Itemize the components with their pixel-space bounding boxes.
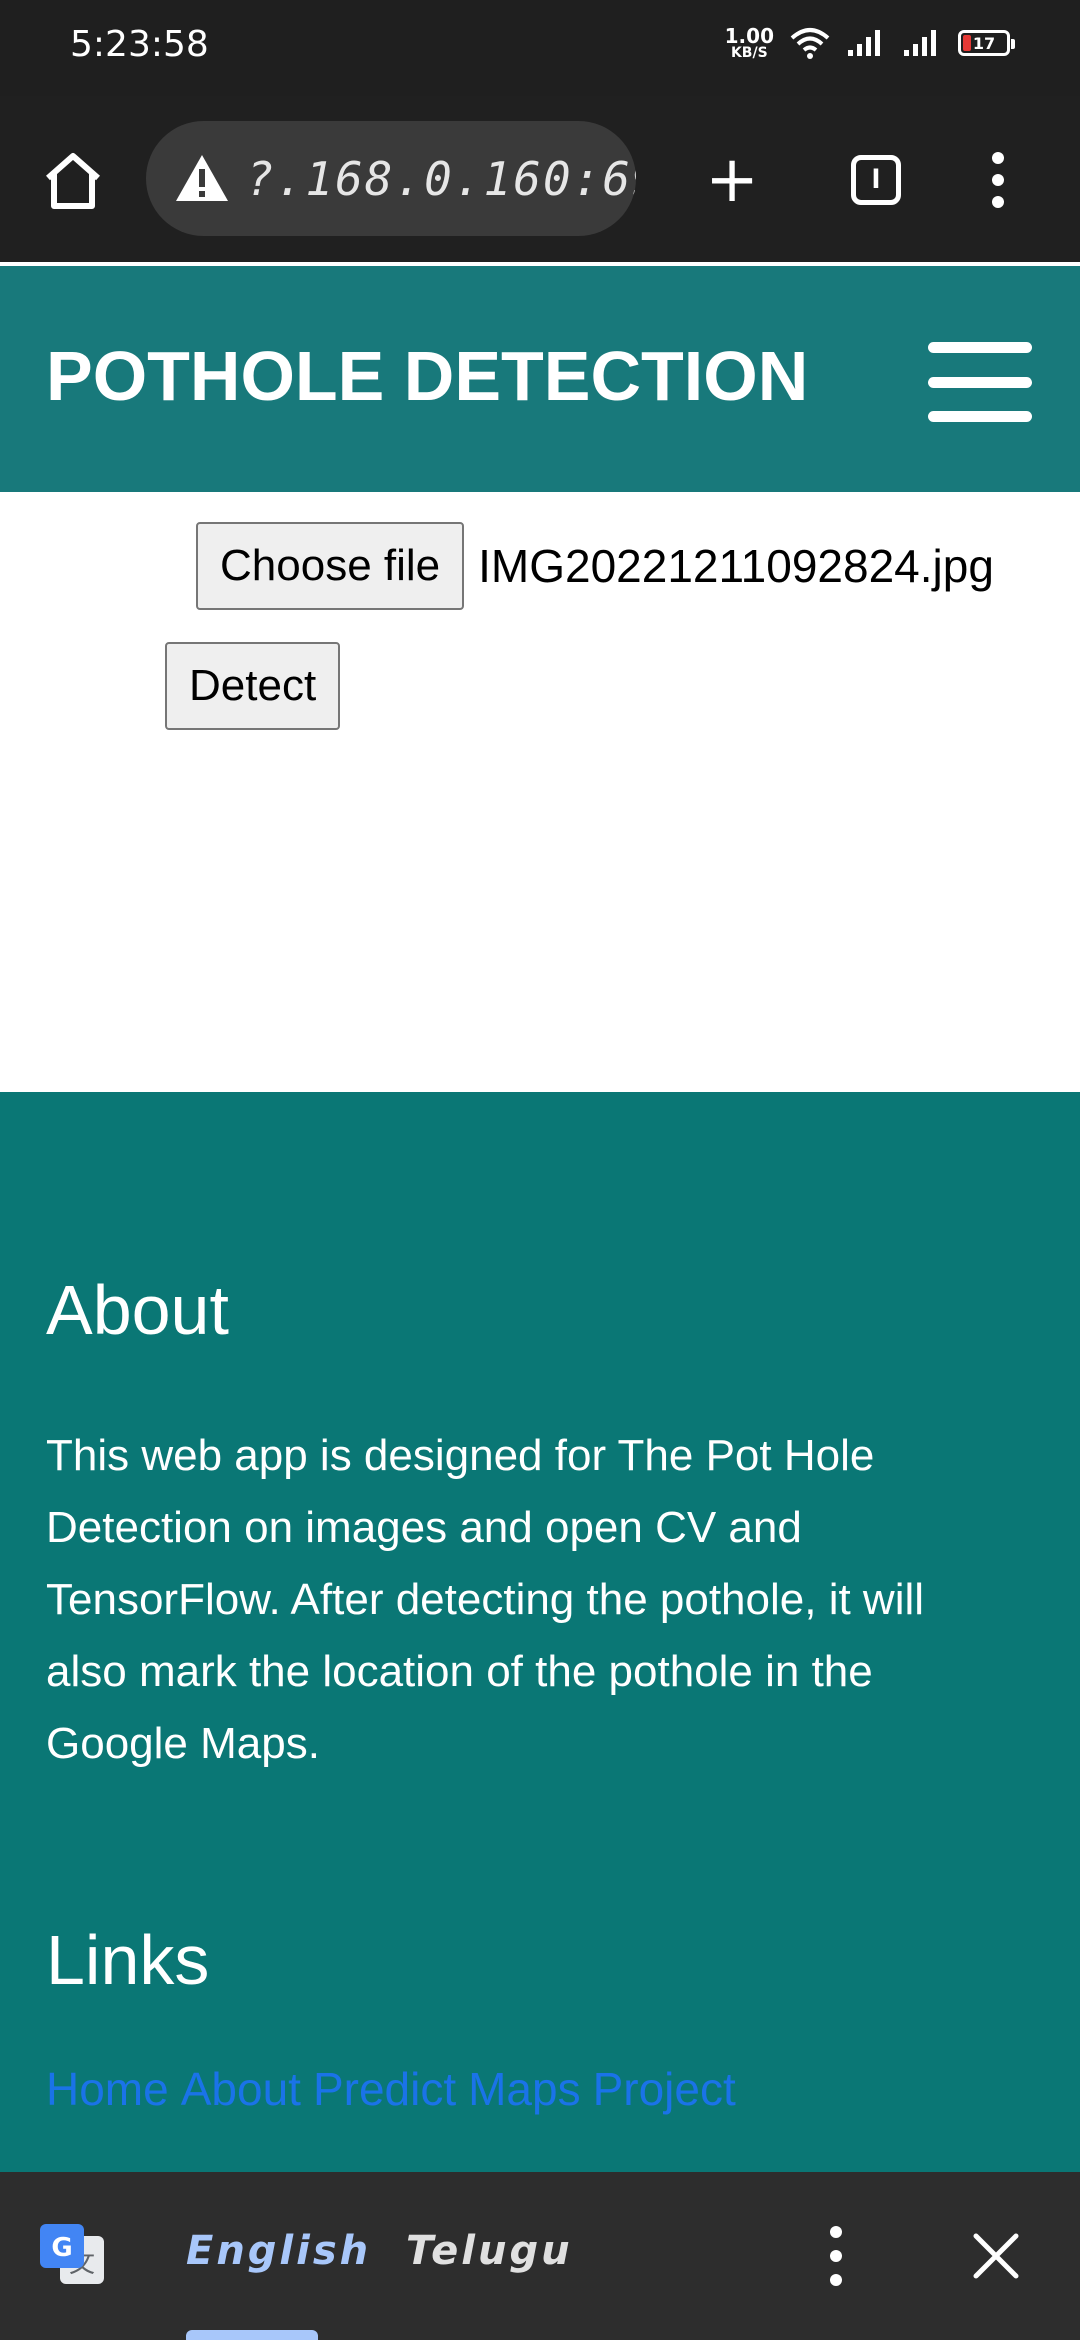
home-icon[interactable]: [42, 150, 104, 212]
google-translate-icon: 文 G: [40, 2224, 104, 2284]
status-bar: 5:23:58 1.00 KB/S 17: [0, 0, 1080, 96]
url-text[interactable]: ?.168.0.160:6969: [246, 152, 636, 206]
hamburger-line: [928, 411, 1032, 422]
status-time: 5:23:58: [70, 24, 209, 65]
menu-dot: [830, 2226, 842, 2238]
browser-toolbar: ?.168.0.160:6969 + l: [0, 96, 1080, 360]
footer-link-predict[interactable]: Predict: [313, 2063, 456, 2115]
menu-dot: [830, 2250, 842, 2262]
menu-dot: [992, 152, 1004, 164]
svg-text:G: G: [51, 2233, 72, 2263]
battery-icon: 17: [958, 30, 1015, 56]
network-speed: 1.00 KB/S: [725, 26, 774, 60]
translate-menu-button[interactable]: [830, 2226, 842, 2286]
tab-count: l: [851, 155, 901, 205]
target-language-tab[interactable]: Telugu: [406, 2228, 573, 2274]
signal-icon: [848, 30, 880, 56]
selected-file-name: IMG20221211092824.jpg: [478, 540, 994, 592]
hamburger-menu-icon[interactable]: [928, 342, 1032, 422]
battery-fill: [963, 35, 971, 51]
battery-level: 17: [972, 33, 996, 53]
footer-link-project[interactable]: Project: [593, 2063, 736, 2115]
selected-language-indicator: [186, 2330, 318, 2340]
menu-dot: [992, 196, 1004, 208]
signal-icon-2: [904, 30, 936, 56]
new-tab-button[interactable]: +: [704, 148, 760, 212]
network-speed-unit: KB/S: [730, 45, 768, 61]
wifi-icon: [790, 28, 830, 59]
network-speed-value: 1.00: [724, 24, 774, 48]
close-icon[interactable]: [968, 2228, 1024, 2284]
footer-link-maps[interactable]: Maps: [468, 2063, 580, 2115]
about-heading: About: [46, 1271, 229, 1349]
warning-icon[interactable]: [174, 151, 230, 207]
upload-form: Choose file IMG20221211092824.jpg Detect: [0, 492, 1080, 1092]
status-icons: 1.00 KB/S 17: [725, 26, 1015, 60]
address-bar[interactable]: ?.168.0.160:6969: [146, 121, 636, 236]
hamburger-line: [928, 342, 1032, 353]
translate-bar: 文 G English Telugu: [0, 2172, 1080, 2340]
file-input[interactable]: Choose file IMG20221211092824.jpg: [196, 522, 994, 610]
choose-file-button[interactable]: Choose file: [196, 522, 465, 610]
links-heading: Links: [46, 1921, 210, 1999]
footer-links: Home About Predict Maps Project: [46, 2062, 748, 2116]
hamburger-line: [928, 376, 1032, 388]
tab-switcher-button[interactable]: l: [848, 152, 904, 208]
site-title[interactable]: POTHOLE DETECTION: [46, 336, 808, 416]
site-header: POTHOLE DETECTION: [0, 266, 1080, 492]
browser-menu-button[interactable]: [970, 152, 1026, 208]
detect-button[interactable]: Detect: [165, 642, 341, 730]
menu-dot: [830, 2274, 842, 2286]
source-language-tab[interactable]: English: [186, 2228, 371, 2274]
footer-link-home[interactable]: Home: [46, 2063, 169, 2115]
site-footer: About This web app is designed for The P…: [0, 1092, 1080, 2172]
menu-dot: [992, 174, 1004, 186]
about-description: This web app is designed for The Pot Hol…: [46, 1431, 925, 1768]
footer-link-about[interactable]: About: [181, 2063, 301, 2115]
